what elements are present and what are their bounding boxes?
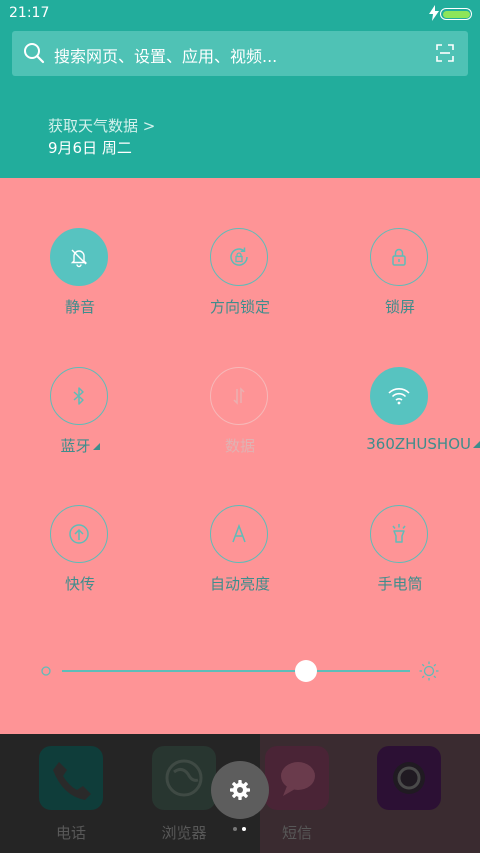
dock-app-sms[interactable] xyxy=(265,746,329,810)
brightness-high-icon xyxy=(419,661,439,681)
scan-icon[interactable] xyxy=(436,44,454,62)
gear-icon xyxy=(230,780,250,800)
toggle-mute[interactable]: 静音 xyxy=(0,228,160,338)
auto-brightness-icon xyxy=(232,523,246,543)
home-screen-dock: 电话 浏览器 短信 xyxy=(0,734,480,853)
notification-header: 21:17 搜索网页、设置、应用、视频... 获取天气数据 > 9月6日 周二 xyxy=(0,0,480,178)
bluetooth-icon xyxy=(73,387,84,405)
charging-icon xyxy=(429,5,439,21)
dock-app-sms-label: 短信 xyxy=(281,824,312,842)
toggle-mute-label: 静音 xyxy=(64,298,95,316)
toggle-lock-screen[interactable]: 锁屏 xyxy=(320,228,480,338)
settings-button[interactable] xyxy=(211,761,269,819)
toggle-flashlight-label: 手电筒 xyxy=(377,575,423,593)
page-indicator xyxy=(233,827,247,831)
wifi-icon xyxy=(388,388,410,405)
status-time: 21:17 xyxy=(9,5,50,21)
quick-transfer-icon xyxy=(69,524,89,544)
toggle-mobile-data[interactable]: 数据 xyxy=(160,367,320,477)
toggle-lock-screen-label: 锁屏 xyxy=(384,298,415,316)
browser-icon xyxy=(165,759,203,797)
bell-off-icon xyxy=(70,249,88,268)
dock-app-browser[interactable] xyxy=(152,746,216,810)
phone-icon xyxy=(53,762,91,800)
toggle-wifi-label: 360ZHUSHOU xyxy=(320,435,480,453)
brightness-low-icon xyxy=(41,666,51,676)
toggle-rotation-lock-label: 方向锁定 xyxy=(209,298,270,316)
date-label: 9月6日 周二 xyxy=(48,139,132,157)
dock-app-camera[interactable] xyxy=(377,746,441,810)
toggle-quick-transfer[interactable]: 快传 xyxy=(0,505,160,615)
quick-settings-panel: 静音 方向锁定 锁屏 蓝牙 数据 360ZHUSHOU 快传 自动亮度 手电筒 xyxy=(0,178,480,734)
toggle-mobile-data-label: 数据 xyxy=(224,437,255,455)
dock-app-phone-label: 电话 xyxy=(55,824,86,842)
rotation-lock-icon xyxy=(230,247,248,266)
brightness-slider[interactable] xyxy=(40,656,440,686)
lock-icon xyxy=(392,248,406,266)
dock-app-phone[interactable] xyxy=(39,746,103,810)
brightness-thumb[interactable] xyxy=(294,660,317,682)
toggle-quick-transfer-label: 快传 xyxy=(64,575,95,593)
status-bar: 21:17 xyxy=(0,0,480,28)
camera-icon xyxy=(393,762,425,794)
toggle-auto-brightness-label: 自动亮度 xyxy=(209,575,270,593)
dock-app-browser-label: 浏览器 xyxy=(161,824,207,842)
toggle-bluetooth-label: 蓝牙 xyxy=(0,435,160,456)
toggle-bluetooth[interactable]: 蓝牙 xyxy=(0,367,160,477)
weather-fetch-link[interactable]: 获取天气数据 > xyxy=(48,115,155,136)
search-icon xyxy=(24,43,45,64)
battery-icon xyxy=(440,8,472,20)
brightness-track[interactable] xyxy=(62,670,410,672)
sms-icon xyxy=(281,762,315,796)
toggle-wifi[interactable]: 360ZHUSHOU xyxy=(320,367,480,477)
flashlight-icon xyxy=(392,524,406,543)
toggle-rotation-lock[interactable]: 方向锁定 xyxy=(160,228,320,338)
toggle-flashlight[interactable]: 手电筒 xyxy=(320,505,480,615)
toggle-auto-brightness[interactable]: 自动亮度 xyxy=(160,505,320,615)
search-bar[interactable]: 搜索网页、设置、应用、视频... xyxy=(12,31,468,76)
mobile-data-icon xyxy=(233,387,245,405)
search-input[interactable]: 搜索网页、设置、应用、视频... xyxy=(54,43,277,67)
